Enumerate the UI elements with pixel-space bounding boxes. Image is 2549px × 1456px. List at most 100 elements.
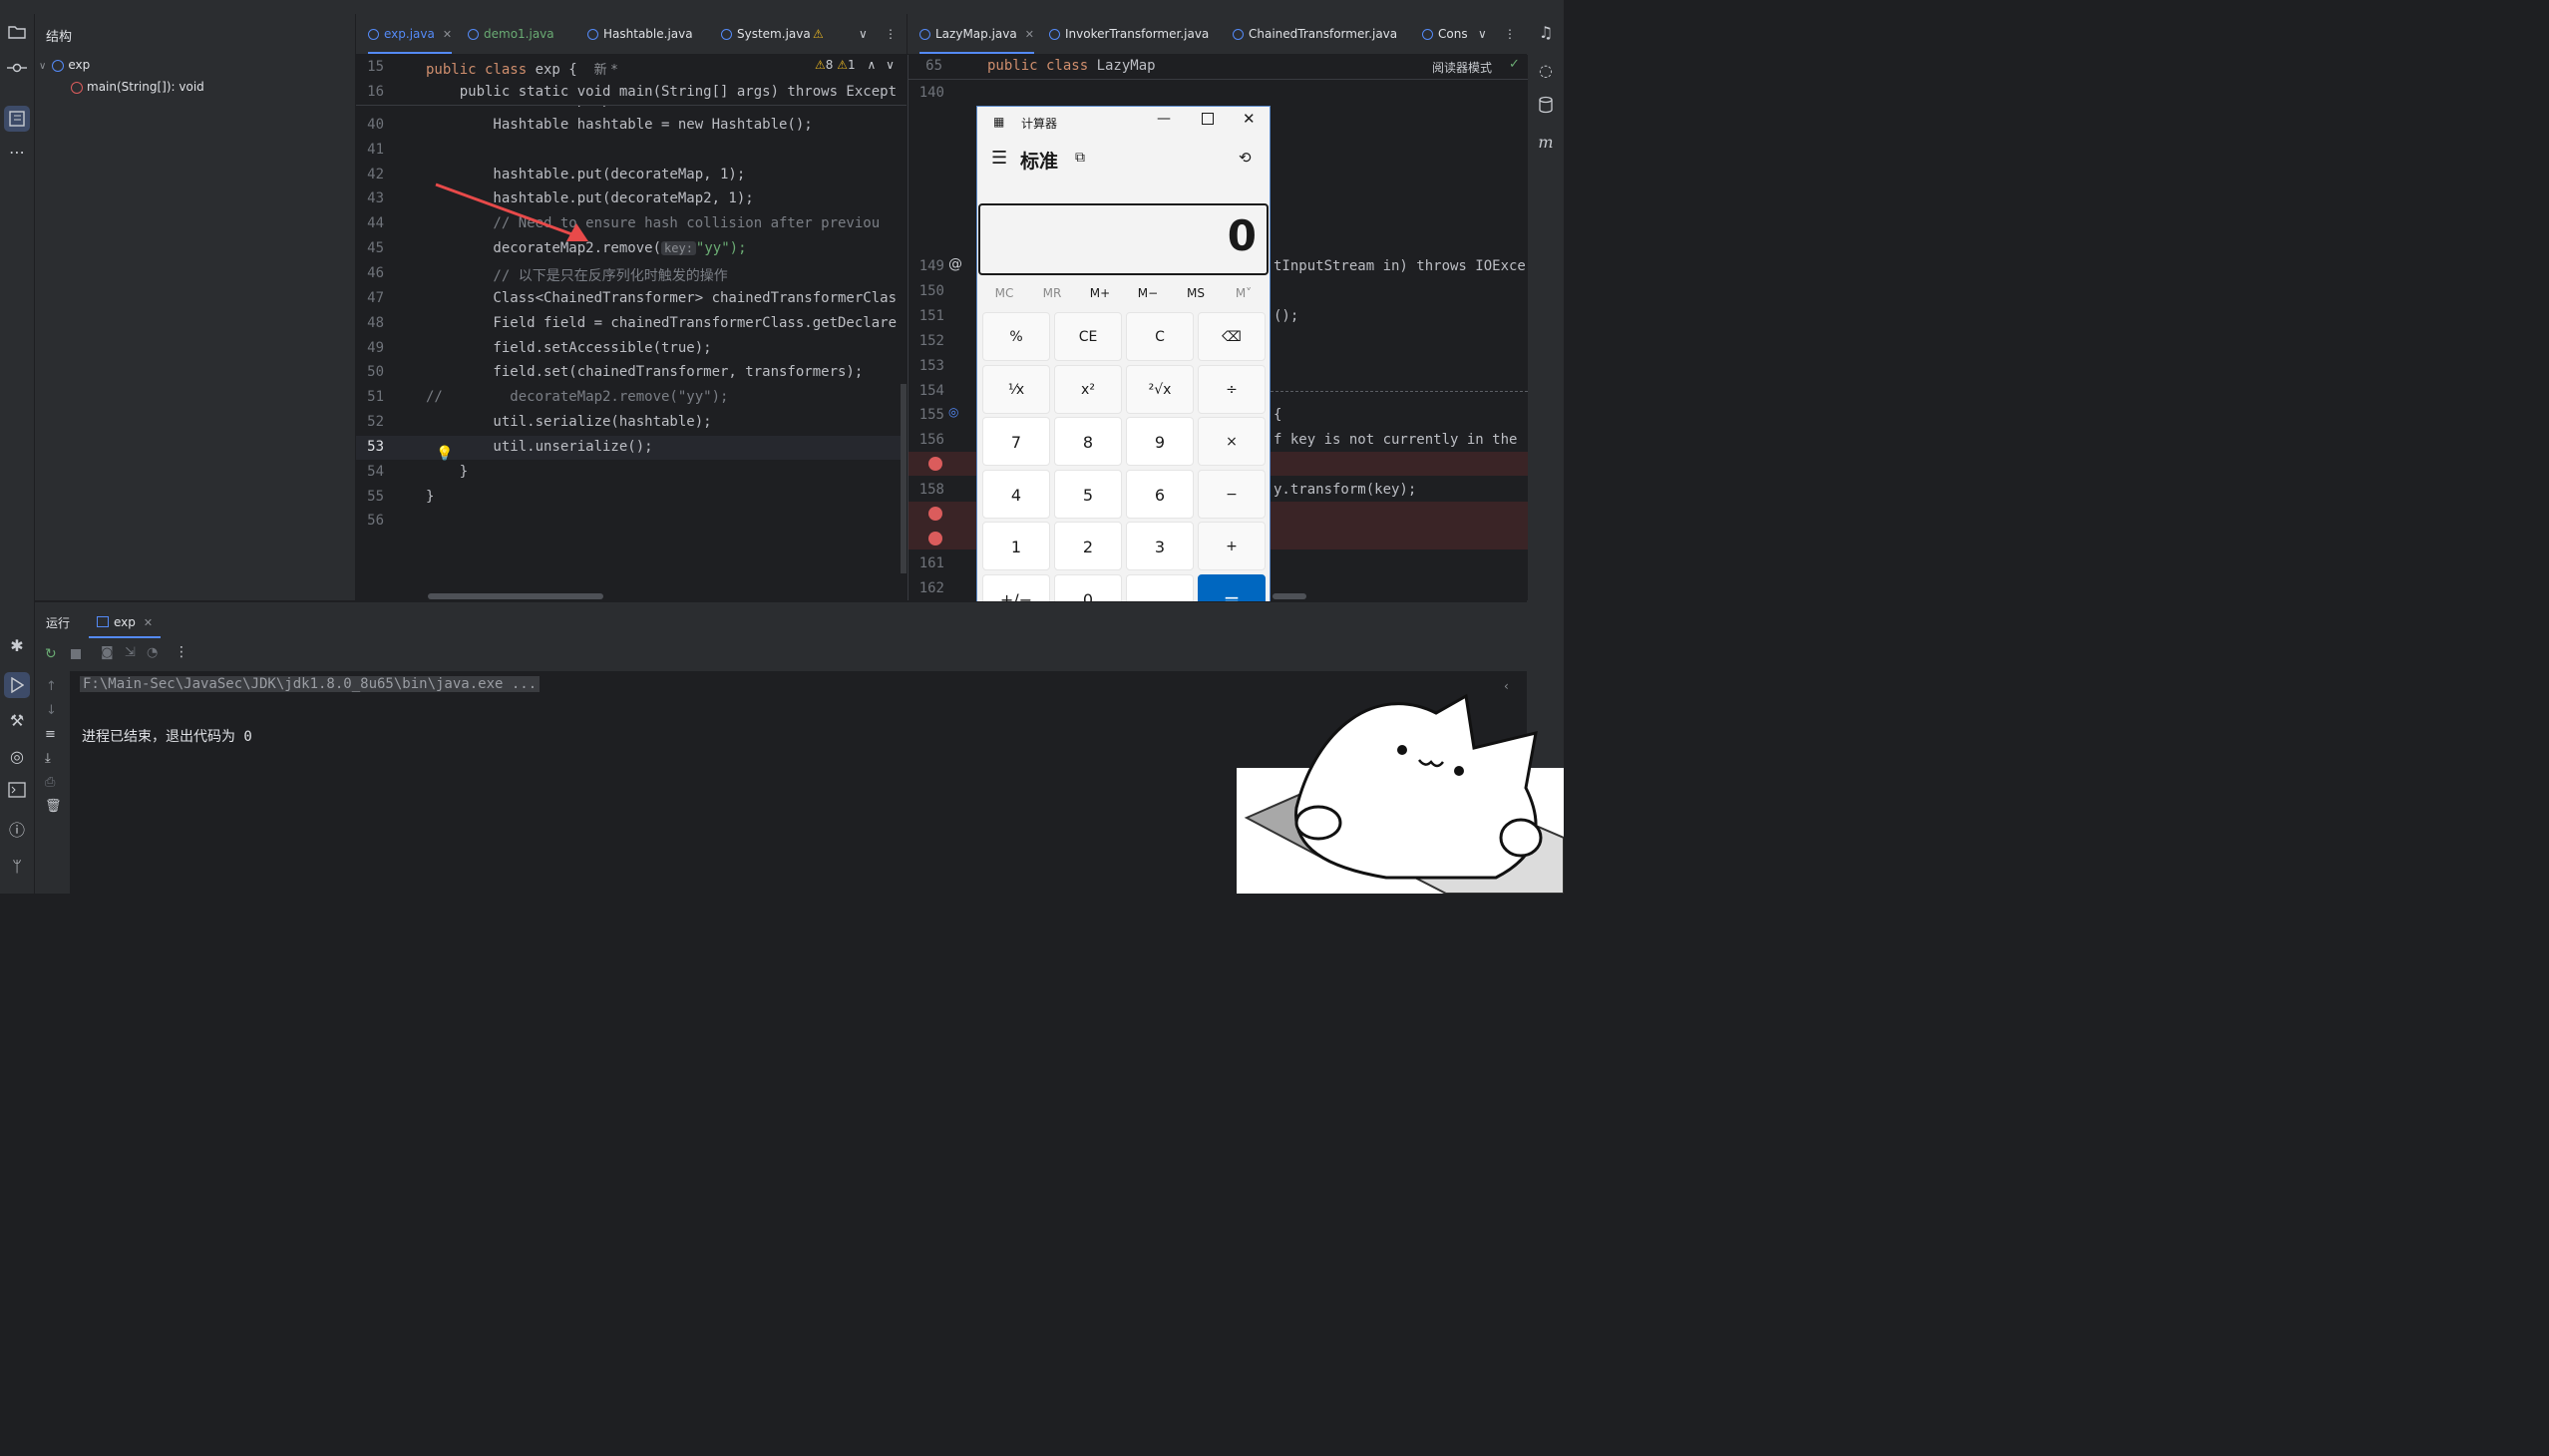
debug-icon[interactable]: ✱ bbox=[6, 635, 28, 657]
horizontal-scrollbar[interactable] bbox=[428, 593, 603, 599]
memory-button[interactable]: M+ bbox=[1076, 286, 1124, 300]
services-icon[interactable]: ◎ bbox=[6, 746, 28, 768]
vertical-scrollbar[interactable] bbox=[901, 384, 907, 573]
calc-key[interactable]: − bbox=[1198, 469, 1266, 519]
line-number: 50 bbox=[367, 364, 384, 381]
calc-key[interactable]: 6 bbox=[1126, 469, 1194, 519]
calc-key[interactable]: x² bbox=[1054, 364, 1122, 414]
breakpoint-icon[interactable] bbox=[928, 457, 942, 471]
calc-key[interactable]: 8 bbox=[1054, 417, 1122, 466]
coverage-icon[interactable]: ◔ bbox=[147, 645, 158, 660]
tab-cons[interactable]: Cons bbox=[1422, 14, 1468, 54]
tabs-dropdown-icon[interactable]: ∨ bbox=[1478, 14, 1487, 54]
sticky-lines: 15 public class exp { 新 * 16 public stat… bbox=[356, 55, 907, 106]
calc-key[interactable]: ¹⁄x bbox=[982, 364, 1050, 414]
rerun-icon[interactable]: ↻ bbox=[45, 646, 57, 662]
calc-key[interactable]: 3 bbox=[1126, 522, 1194, 570]
calc-key[interactable]: 4 bbox=[982, 469, 1050, 519]
stop-icon[interactable] bbox=[71, 649, 81, 659]
left-tool-strip: ⋯ ✱ ⚒ ◎ ⓘ ᛘ bbox=[0, 14, 35, 894]
inspection-widget[interactable]: ⚠8 ⚠1 ∧ ∨ bbox=[815, 58, 895, 72]
line-number: 48 bbox=[367, 314, 384, 331]
implements-icon[interactable]: ◎ bbox=[948, 405, 958, 419]
keep-on-top-icon[interactable]: ⧉ bbox=[1075, 150, 1085, 166]
hamburger-menu-icon[interactable]: ☰ bbox=[991, 148, 1007, 169]
tree-root[interactable]: ∨ exp bbox=[39, 56, 90, 74]
calc-key[interactable]: + bbox=[1198, 522, 1266, 570]
breakpoint-icon[interactable] bbox=[928, 532, 942, 546]
calc-key[interactable]: 2 bbox=[1054, 522, 1122, 570]
tab-demo1-java[interactable]: demo1.java bbox=[468, 14, 554, 54]
more-icon[interactable]: ⋮ bbox=[1504, 14, 1516, 54]
git-icon[interactable]: ᛘ bbox=[6, 856, 28, 878]
project-folder-icon[interactable] bbox=[6, 24, 28, 46]
lightbulb-icon[interactable]: 💡 bbox=[436, 446, 453, 462]
close-icon[interactable]: ✕ bbox=[443, 28, 452, 41]
more-tools-icon[interactable]: ⋯ bbox=[6, 142, 28, 164]
memory-button[interactable]: MS bbox=[1172, 286, 1220, 300]
calc-key[interactable]: C bbox=[1126, 312, 1194, 361]
memory-button[interactable]: M− bbox=[1124, 286, 1172, 300]
maven-icon[interactable]: m bbox=[1535, 132, 1557, 154]
tab-invokertransformer-java[interactable]: InvokerTransformer.java bbox=[1049, 14, 1209, 54]
calculator-window[interactable]: ▦ 计算器 — ✕ ☰ 标准 ⧉ ⟲ 0 MC MR M+ M− MS M˅ % CE C ⌫ ¹… bbox=[976, 106, 1271, 628]
tab-lazymap-java[interactable]: LazyMap.java ✕ bbox=[919, 14, 1034, 54]
memory-button[interactable]: M˅ bbox=[1220, 286, 1268, 300]
code-line: field.set(chainedTransformer, transforme… bbox=[426, 364, 864, 381]
scroll-down-icon[interactable]: ↓ bbox=[46, 703, 57, 718]
code-editor-left[interactable]: 15 public class exp { 新 * 16 public stat… bbox=[356, 55, 907, 600]
problems-icon[interactable]: ⓘ bbox=[6, 820, 28, 842]
calc-key[interactable]: 1 bbox=[982, 522, 1050, 570]
structure-icon[interactable] bbox=[4, 106, 30, 132]
commit-icon[interactable] bbox=[6, 60, 28, 82]
more-icon[interactable]: ⋮ bbox=[175, 644, 188, 660]
scroll-up-icon[interactable]: ↑ bbox=[46, 679, 57, 694]
tabs-dropdown-icon[interactable]: ∨ bbox=[859, 14, 868, 54]
override-icon[interactable]: @ bbox=[948, 256, 962, 272]
terminal-icon[interactable] bbox=[6, 782, 28, 804]
chevron-down-icon[interactable]: ∨ bbox=[39, 61, 46, 72]
breakpoint-icon[interactable] bbox=[928, 507, 942, 521]
run-icon[interactable] bbox=[4, 672, 30, 698]
close-icon[interactable]: ✕ bbox=[1025, 28, 1034, 41]
scroll-to-end-icon[interactable]: ⤓ bbox=[45, 751, 51, 766]
calc-key[interactable]: CE bbox=[1054, 312, 1122, 361]
calc-key[interactable]: ²√x bbox=[1126, 364, 1194, 414]
tab-exp-java[interactable]: exp.java ✕ bbox=[368, 14, 453, 54]
minimize-button[interactable]: — bbox=[1157, 111, 1171, 127]
maximize-button[interactable] bbox=[1202, 113, 1214, 125]
calc-key[interactable]: 9 bbox=[1126, 417, 1194, 466]
chevron-down-icon[interactable]: ∨ bbox=[886, 58, 895, 72]
print-icon[interactable]: ⎙ bbox=[45, 775, 55, 790]
calc-key[interactable]: ÷ bbox=[1198, 364, 1266, 414]
tab-system-java[interactable]: System.java bbox=[721, 14, 811, 54]
build-icon[interactable]: ⚒ bbox=[6, 710, 28, 732]
calc-key[interactable]: 5 bbox=[1054, 469, 1122, 519]
import-icon[interactable]: ⇲ bbox=[125, 645, 136, 660]
class-icon bbox=[587, 29, 598, 40]
memory-button[interactable]: MR bbox=[1028, 286, 1076, 300]
tab-hashtable-java[interactable]: Hashtable.java bbox=[587, 14, 693, 54]
camera-icon[interactable]: ◙ bbox=[101, 645, 114, 660]
close-button[interactable]: ✕ bbox=[1243, 110, 1256, 128]
run-tab-exp[interactable]: exp ✕ bbox=[89, 606, 162, 638]
calc-key[interactable]: % bbox=[982, 312, 1050, 361]
calc-key[interactable]: × bbox=[1198, 417, 1266, 466]
tree-method[interactable]: main(String[]): void bbox=[71, 78, 204, 96]
chevron-up-icon[interactable]: ∧ bbox=[867, 58, 876, 72]
calc-key[interactable]: 7 bbox=[982, 417, 1050, 466]
history-icon[interactable]: ⟲ bbox=[1239, 149, 1252, 167]
trash-icon[interactable]: 🗑 bbox=[45, 799, 62, 814]
memory-button[interactable]: MC bbox=[980, 286, 1028, 300]
notifications-icon[interactable]: ♫ bbox=[1535, 22, 1557, 44]
database-icon[interactable] bbox=[1535, 96, 1557, 118]
ai-assistant-icon[interactable]: ◌ bbox=[1535, 60, 1557, 82]
reader-mode-button[interactable]: 阅读器模式 bbox=[1432, 59, 1492, 76]
tab-chainedtransformer-java[interactable]: ChainedTransformer.java bbox=[1233, 14, 1397, 54]
more-icon[interactable]: ⋮ bbox=[885, 14, 897, 54]
close-icon[interactable]: ✕ bbox=[144, 616, 153, 629]
horizontal-scrollbar[interactable] bbox=[1273, 593, 1306, 599]
line-number: 153 bbox=[918, 358, 944, 374]
soft-wrap-icon[interactable]: ≡ bbox=[45, 727, 56, 742]
calc-key[interactable]: ⌫ bbox=[1198, 312, 1266, 361]
